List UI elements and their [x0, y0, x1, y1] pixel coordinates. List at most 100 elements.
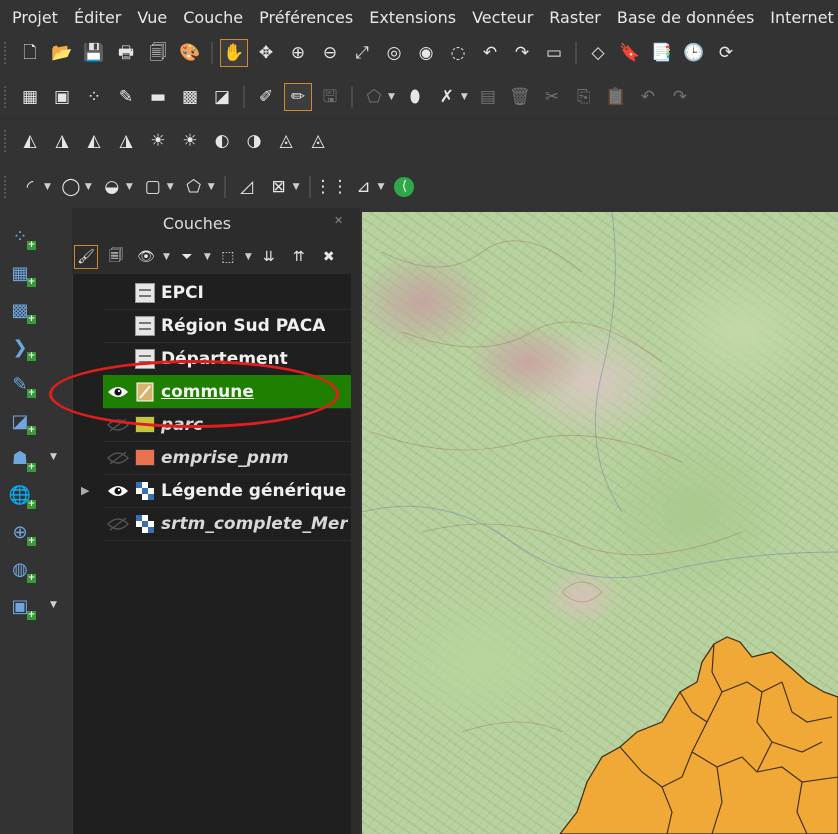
label-tool-1-button[interactable]: ◭ — [16, 127, 44, 155]
zoom-in-button[interactable]: ⊕ — [284, 39, 312, 67]
chevron-down-icon[interactable]: ▼ — [204, 252, 211, 262]
new-geopackage-layer-button[interactable]: ▣ — [48, 83, 76, 111]
toolbar-grip[interactable] — [4, 176, 10, 198]
zoom-last-button[interactable]: ↶ — [476, 39, 504, 67]
label-tool-2-button[interactable]: ◮ — [48, 127, 76, 155]
undo-button[interactable]: ↶ — [634, 83, 662, 111]
collapse-all-button[interactable]: ⇈ — [287, 245, 311, 269]
add-vector-layer-button[interactable]: ✎ + — [6, 370, 36, 398]
add-group-button[interactable]: 🗐 — [104, 245, 128, 269]
eye-hidden-icon[interactable] — [105, 448, 131, 468]
open-project-button[interactable]: 📂 — [48, 39, 76, 67]
chevron-down-icon[interactable]: ▼ — [85, 182, 92, 192]
paste-features-button[interactable]: 📋 — [602, 83, 630, 111]
menu-vecteur[interactable]: Vecteur — [464, 8, 541, 27]
zoom-next-button[interactable]: ↷ — [508, 39, 536, 67]
layout-manager-button[interactable]: 🗐 — [144, 39, 172, 67]
delete-selected-button[interactable]: 🗑 — [506, 83, 534, 111]
toggle-editing-button[interactable]: ✏ — [284, 83, 312, 111]
current-edits-button[interactable]: ✐ — [252, 83, 280, 111]
zoom-to-layer-button[interactable]: ◉ — [412, 39, 440, 67]
label-tool-4-button[interactable]: ◮ — [112, 127, 140, 155]
polygon-select-button[interactable]: ⬠ — [180, 173, 208, 201]
add-xyz-layer-button[interactable]: ◍ + — [6, 555, 36, 583]
add-wms-layer-button[interactable]: 🌐 + — [6, 481, 36, 509]
filter-by-expression-button[interactable]: ⬚ — [216, 245, 240, 269]
label-tool-10-button[interactable]: ◬ — [304, 127, 332, 155]
menu-raster[interactable]: Raster — [541, 8, 609, 27]
label-tool-7-button[interactable]: ◐ — [208, 127, 236, 155]
zoom-out-button[interactable]: ⊖ — [316, 39, 344, 67]
eye-visible-icon[interactable] — [105, 382, 131, 402]
chevron-down-icon[interactable]: ▼ — [245, 252, 252, 262]
label-tool-8-button[interactable]: ◑ — [240, 127, 268, 155]
eye-hidden-icon[interactable] — [105, 514, 131, 534]
zoom-native-button[interactable]: ◌ — [444, 39, 472, 67]
chevron-down-icon[interactable]: ▼ — [378, 182, 385, 192]
menu-vue[interactable]: Vue — [129, 8, 175, 27]
eye-hidden-icon[interactable] — [105, 415, 131, 435]
add-postgis-layer-button[interactable]: ☗ + — [6, 444, 36, 472]
new-map-view-button[interactable]: ▭ — [540, 39, 568, 67]
toolbar-grip[interactable] — [4, 42, 10, 64]
add-wfs-layer-button[interactable]: ⊕ + — [6, 518, 36, 546]
bookmarks-button[interactable]: 📑 — [648, 39, 676, 67]
new-3d-view-button[interactable]: ◇ — [584, 39, 612, 67]
measure-tool-button[interactable]: ◜ — [16, 173, 44, 201]
menu-base-de-données[interactable]: Base de données — [609, 8, 762, 27]
pan-to-selection-button[interactable]: ✥ — [252, 39, 280, 67]
toolbar-grip[interactable] — [4, 130, 10, 152]
new-virtual-layer-button[interactable]: ▩ — [176, 83, 204, 111]
menu-éditer[interactable]: Éditer — [66, 8, 129, 27]
refresh-button[interactable]: ⟳ — [712, 39, 740, 67]
add-raster-layer-button[interactable]: ▦ + — [6, 259, 36, 287]
chevron-down-icon[interactable]: ▼ — [44, 182, 51, 192]
share-button[interactable]: ⟨ — [390, 173, 418, 201]
remove-layer-button[interactable]: ✖ — [317, 245, 341, 269]
print-layout-button[interactable]: 🖶 — [112, 39, 140, 67]
label-tool-5-button[interactable]: ☀ — [144, 127, 172, 155]
chevron-down-icon[interactable]: ▼ — [208, 182, 215, 192]
temporal-controller-button[interactable]: 🕒 — [680, 39, 708, 67]
modify-attributes-button[interactable]: ▤ — [474, 83, 502, 111]
redo-button[interactable]: ↷ — [666, 83, 694, 111]
chevron-down-icon[interactable]: ▼ — [163, 252, 170, 262]
expand-all-button[interactable]: ⇊ — [257, 245, 281, 269]
spatial-bookmark-button[interactable]: 🔖 — [616, 39, 644, 67]
select-features-button[interactable]: ◯ — [57, 173, 85, 201]
vertex-tool-button[interactable]: ⬮ — [401, 83, 429, 111]
toolbar-grip[interactable] — [4, 86, 10, 108]
layer-row-r-gion-sud-paca[interactable]: Région Sud PACA — [103, 309, 351, 343]
new-spatialite-layer-button[interactable]: ▬ — [144, 83, 172, 111]
label-tool-6-button[interactable]: ☀ — [176, 127, 204, 155]
add-gpx-layer-button[interactable]: ◪ + — [6, 407, 36, 435]
cut-features-button[interactable]: ✂ — [538, 83, 566, 111]
layer-tool-2-button[interactable]: ⊿ — [350, 173, 378, 201]
chevron-down-icon[interactable]: ▼ — [167, 182, 174, 192]
data-source-manager-button[interactable]: ▦ — [16, 83, 44, 111]
chevron-down-icon[interactable]: ▼ — [126, 182, 133, 192]
annotation-tool-button[interactable]: ◿ — [233, 173, 261, 201]
save-project-button[interactable]: 💾 — [80, 39, 108, 67]
menu-projet[interactable]: Projet — [0, 8, 66, 27]
menu-couche[interactable]: Couche — [175, 8, 251, 27]
manage-visibility-button[interactable]: 👁 — [134, 245, 158, 269]
map-canvas[interactable] — [362, 212, 838, 834]
expand-arrow-icon[interactable]: ▶ — [81, 484, 95, 497]
add-mesh-layer-button[interactable]: ▩ + — [6, 296, 36, 324]
layer-row-srtm-complete-mer[interactable]: srtm_complete_Mer — [103, 507, 351, 541]
zoom-full-button[interactable]: ⤢ — [348, 39, 376, 67]
layer-row-emprise-pnm[interactable]: emprise_pnm — [103, 441, 351, 475]
style-manager-button[interactable]: 🎨 — [176, 39, 204, 67]
chevron-down-icon[interactable]: ▼ — [461, 92, 468, 102]
zoom-to-selection-button[interactable]: ◎ — [380, 39, 408, 67]
eye-visible-icon[interactable] — [105, 481, 131, 501]
layer-row-commune[interactable]: commune — [103, 375, 351, 409]
chevron-down-icon[interactable]: ▼ — [50, 452, 57, 462]
filter-legend-button[interactable]: ⏷ — [175, 245, 199, 269]
identify-button[interactable]: ◒ — [98, 173, 126, 201]
new-mesh-layer-button[interactable]: ◪ — [208, 83, 236, 111]
add-delimited-text-button[interactable]: ⁘ + — [6, 222, 36, 250]
label-tool-3-button[interactable]: ◭ — [80, 127, 108, 155]
digitize-polygon-button[interactable]: ⬠ — [360, 83, 388, 111]
